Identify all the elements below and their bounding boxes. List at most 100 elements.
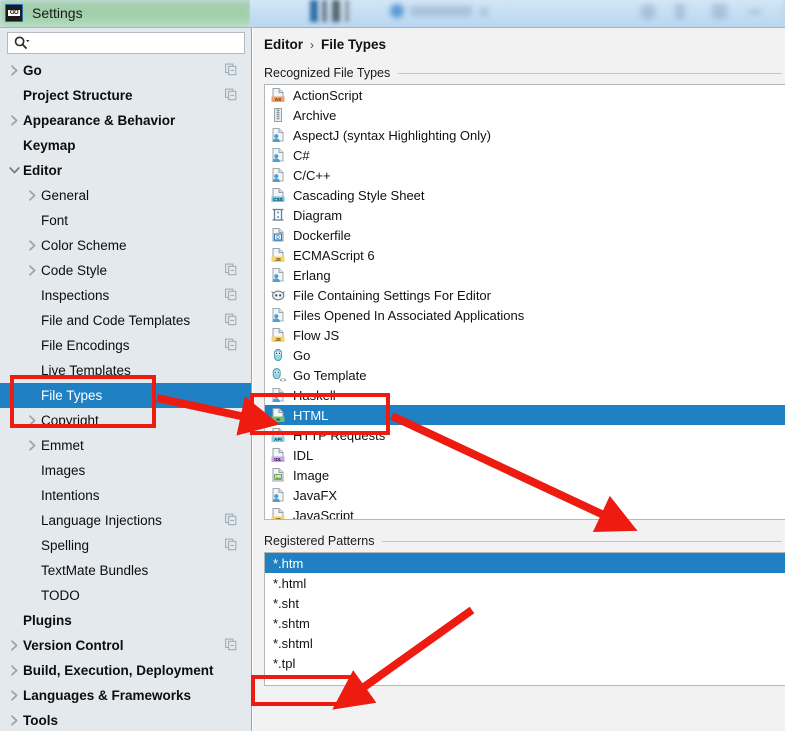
file-type-row[interactable]: Haskell bbox=[265, 385, 785, 405]
pattern-label: *.shtm bbox=[273, 615, 310, 631]
pattern-label: *.tpl bbox=[273, 655, 296, 671]
sidebar-item-appearance-behavior[interactable]: Appearance & Behavior bbox=[0, 108, 251, 133]
svg-text:AS: AS bbox=[275, 97, 281, 102]
sidebar-item-label: Project Structure bbox=[23, 88, 133, 103]
recognized-file-types-header: Recognized File Types bbox=[264, 66, 785, 80]
pattern-row[interactable]: *.html bbox=[265, 573, 785, 593]
file-type-row[interactable]: C# bbox=[265, 145, 785, 165]
sidebar-item-code-style[interactable]: Code Style bbox=[0, 258, 251, 283]
chevron-right-icon[interactable] bbox=[5, 665, 23, 676]
sidebar-item-keymap[interactable]: Keymap bbox=[0, 133, 251, 158]
file-type-row[interactable]: AspectJ (syntax Highlighting Only) bbox=[265, 125, 785, 145]
chevron-right-icon[interactable] bbox=[23, 265, 41, 276]
idl-file-icon: IDL bbox=[270, 447, 286, 463]
sidebar-item-label: Plugins bbox=[23, 613, 72, 628]
sidebar-item-images[interactable]: Images bbox=[0, 458, 251, 483]
sidebar-item-languages-frameworks[interactable]: Languages & Frameworks bbox=[0, 683, 251, 708]
file-type-row[interactable]: Files Opened In Associated Applications bbox=[265, 305, 785, 325]
copy-settings-icon bbox=[225, 538, 237, 553]
sidebar-item-file-types[interactable]: File Types bbox=[0, 383, 251, 408]
pattern-row[interactable]: *.htm bbox=[265, 553, 785, 573]
sidebar-item-file-and-code-templates[interactable]: File and Code Templates bbox=[0, 308, 251, 333]
generic-lang-file-icon bbox=[270, 487, 286, 503]
search-input[interactable] bbox=[34, 36, 244, 50]
sidebar-item-label: Intentions bbox=[41, 488, 100, 503]
sidebar-item-intentions[interactable]: Intentions bbox=[0, 483, 251, 508]
chevron-right-icon[interactable] bbox=[5, 640, 23, 651]
search-icon bbox=[14, 36, 30, 50]
sidebar-item-todo[interactable]: TODO bbox=[0, 583, 251, 608]
file-type-row[interactable]: JavaFX bbox=[265, 485, 785, 505]
image-file-icon bbox=[270, 467, 286, 483]
copy-settings-icon bbox=[225, 88, 237, 103]
sidebar-item-emmet[interactable]: Emmet bbox=[0, 433, 251, 458]
window-title: Settings bbox=[32, 5, 83, 21]
chevron-right-icon[interactable] bbox=[23, 240, 41, 251]
file-type-row[interactable]: Go bbox=[265, 345, 785, 365]
svg-text:API: API bbox=[274, 437, 282, 442]
file-type-row[interactable]: C/C++ bbox=[265, 165, 785, 185]
file-type-row[interactable]: D Dockerfile bbox=[265, 225, 785, 245]
file-type-row[interactable]: File Containing Settings For Editor bbox=[265, 285, 785, 305]
generic-lang-file-icon bbox=[270, 307, 286, 323]
sidebar-item-project-structure[interactable]: Project Structure bbox=[0, 83, 251, 108]
sidebar-item-go[interactable]: Go bbox=[0, 58, 251, 83]
file-type-label: Archive bbox=[293, 107, 337, 123]
sidebar-item-file-encodings[interactable]: File Encodings bbox=[0, 333, 251, 358]
sidebar-item-copyright[interactable]: Copyright bbox=[0, 408, 251, 433]
file-type-row[interactable]: Archive bbox=[265, 105, 785, 125]
svg-text:JS: JS bbox=[275, 517, 281, 520]
file-type-row[interactable]: JS Flow JS bbox=[265, 325, 785, 345]
chevron-right-icon[interactable] bbox=[23, 440, 41, 451]
sidebar-item-tools[interactable]: Tools bbox=[0, 708, 251, 731]
pattern-row[interactable]: *.shtm bbox=[265, 613, 785, 633]
pattern-row[interactable]: *.shtml bbox=[265, 633, 785, 653]
recognized-file-types-list[interactable]: AS ActionScript Archive AspectJ (syntax Hig… bbox=[264, 84, 785, 520]
file-type-row[interactable]: Diagram bbox=[265, 205, 785, 225]
sidebar-item-inspections[interactable]: Inspections bbox=[0, 283, 251, 308]
sidebar-item-label: Images bbox=[41, 463, 86, 478]
sidebar-item-label: File and Code Templates bbox=[41, 313, 191, 328]
file-type-label: Go bbox=[293, 347, 311, 363]
sidebar-item-language-injections[interactable]: Language Injections bbox=[0, 508, 251, 533]
file-type-label: ECMAScript 6 bbox=[293, 247, 375, 263]
file-type-row[interactable]: Erlang bbox=[265, 265, 785, 285]
chevron-right-icon[interactable] bbox=[5, 115, 23, 126]
chevron-right-icon[interactable] bbox=[5, 715, 23, 726]
chevron-right-icon[interactable] bbox=[23, 415, 41, 426]
file-type-row[interactable]: Image bbox=[265, 465, 785, 485]
file-type-row[interactable]: <> Go Template bbox=[265, 365, 785, 385]
javascript-file-icon: JS bbox=[270, 247, 286, 263]
file-type-label: Erlang bbox=[293, 267, 331, 283]
sidebar-item-live-templates[interactable]: Live Templates bbox=[0, 358, 251, 383]
sidebar-item-label: Copyright bbox=[41, 413, 99, 428]
pattern-row[interactable]: *.tpl bbox=[265, 653, 785, 673]
sidebar-item-editor[interactable]: Editor bbox=[0, 158, 251, 183]
sidebar-item-label: TextMate Bundles bbox=[41, 563, 149, 578]
sidebar-item-spelling[interactable]: Spelling bbox=[0, 533, 251, 558]
search-box[interactable] bbox=[7, 32, 245, 54]
breadcrumb-root[interactable]: Editor bbox=[264, 37, 303, 52]
header-divider-line bbox=[382, 540, 782, 542]
chevron-down-icon[interactable] bbox=[5, 166, 23, 175]
file-type-row[interactable]: H HTML bbox=[265, 405, 785, 425]
chevron-right-icon[interactable] bbox=[23, 190, 41, 201]
chevron-right-icon[interactable] bbox=[5, 65, 23, 76]
pattern-row[interactable]: *.sht bbox=[265, 593, 785, 613]
sidebar-item-build-execution-deployment[interactable]: Build, Execution, Deployment bbox=[0, 658, 251, 683]
sidebar-item-label: Keymap bbox=[23, 138, 76, 153]
sidebar-item-textmate-bundles[interactable]: TextMate Bundles bbox=[0, 558, 251, 583]
file-type-row[interactable]: IDL IDL bbox=[265, 445, 785, 465]
file-type-row[interactable]: API HTTP Requests bbox=[265, 425, 785, 445]
file-type-row[interactable]: JS ECMAScript 6 bbox=[265, 245, 785, 265]
file-type-row[interactable]: AS ActionScript bbox=[265, 85, 785, 105]
sidebar-item-color-scheme[interactable]: Color Scheme bbox=[0, 233, 251, 258]
sidebar-item-font[interactable]: Font bbox=[0, 208, 251, 233]
registered-patterns-list[interactable]: *.htm *.html *.sht *.shtm *.shtml *.tpl bbox=[264, 552, 785, 686]
sidebar-item-general[interactable]: General bbox=[0, 183, 251, 208]
chevron-right-icon[interactable] bbox=[5, 690, 23, 701]
file-type-row[interactable]: JS JavaScript bbox=[265, 505, 785, 520]
sidebar-item-version-control[interactable]: Version Control bbox=[0, 633, 251, 658]
file-type-row[interactable]: CSS Cascading Style Sheet bbox=[265, 185, 785, 205]
sidebar-item-plugins[interactable]: Plugins bbox=[0, 608, 251, 633]
